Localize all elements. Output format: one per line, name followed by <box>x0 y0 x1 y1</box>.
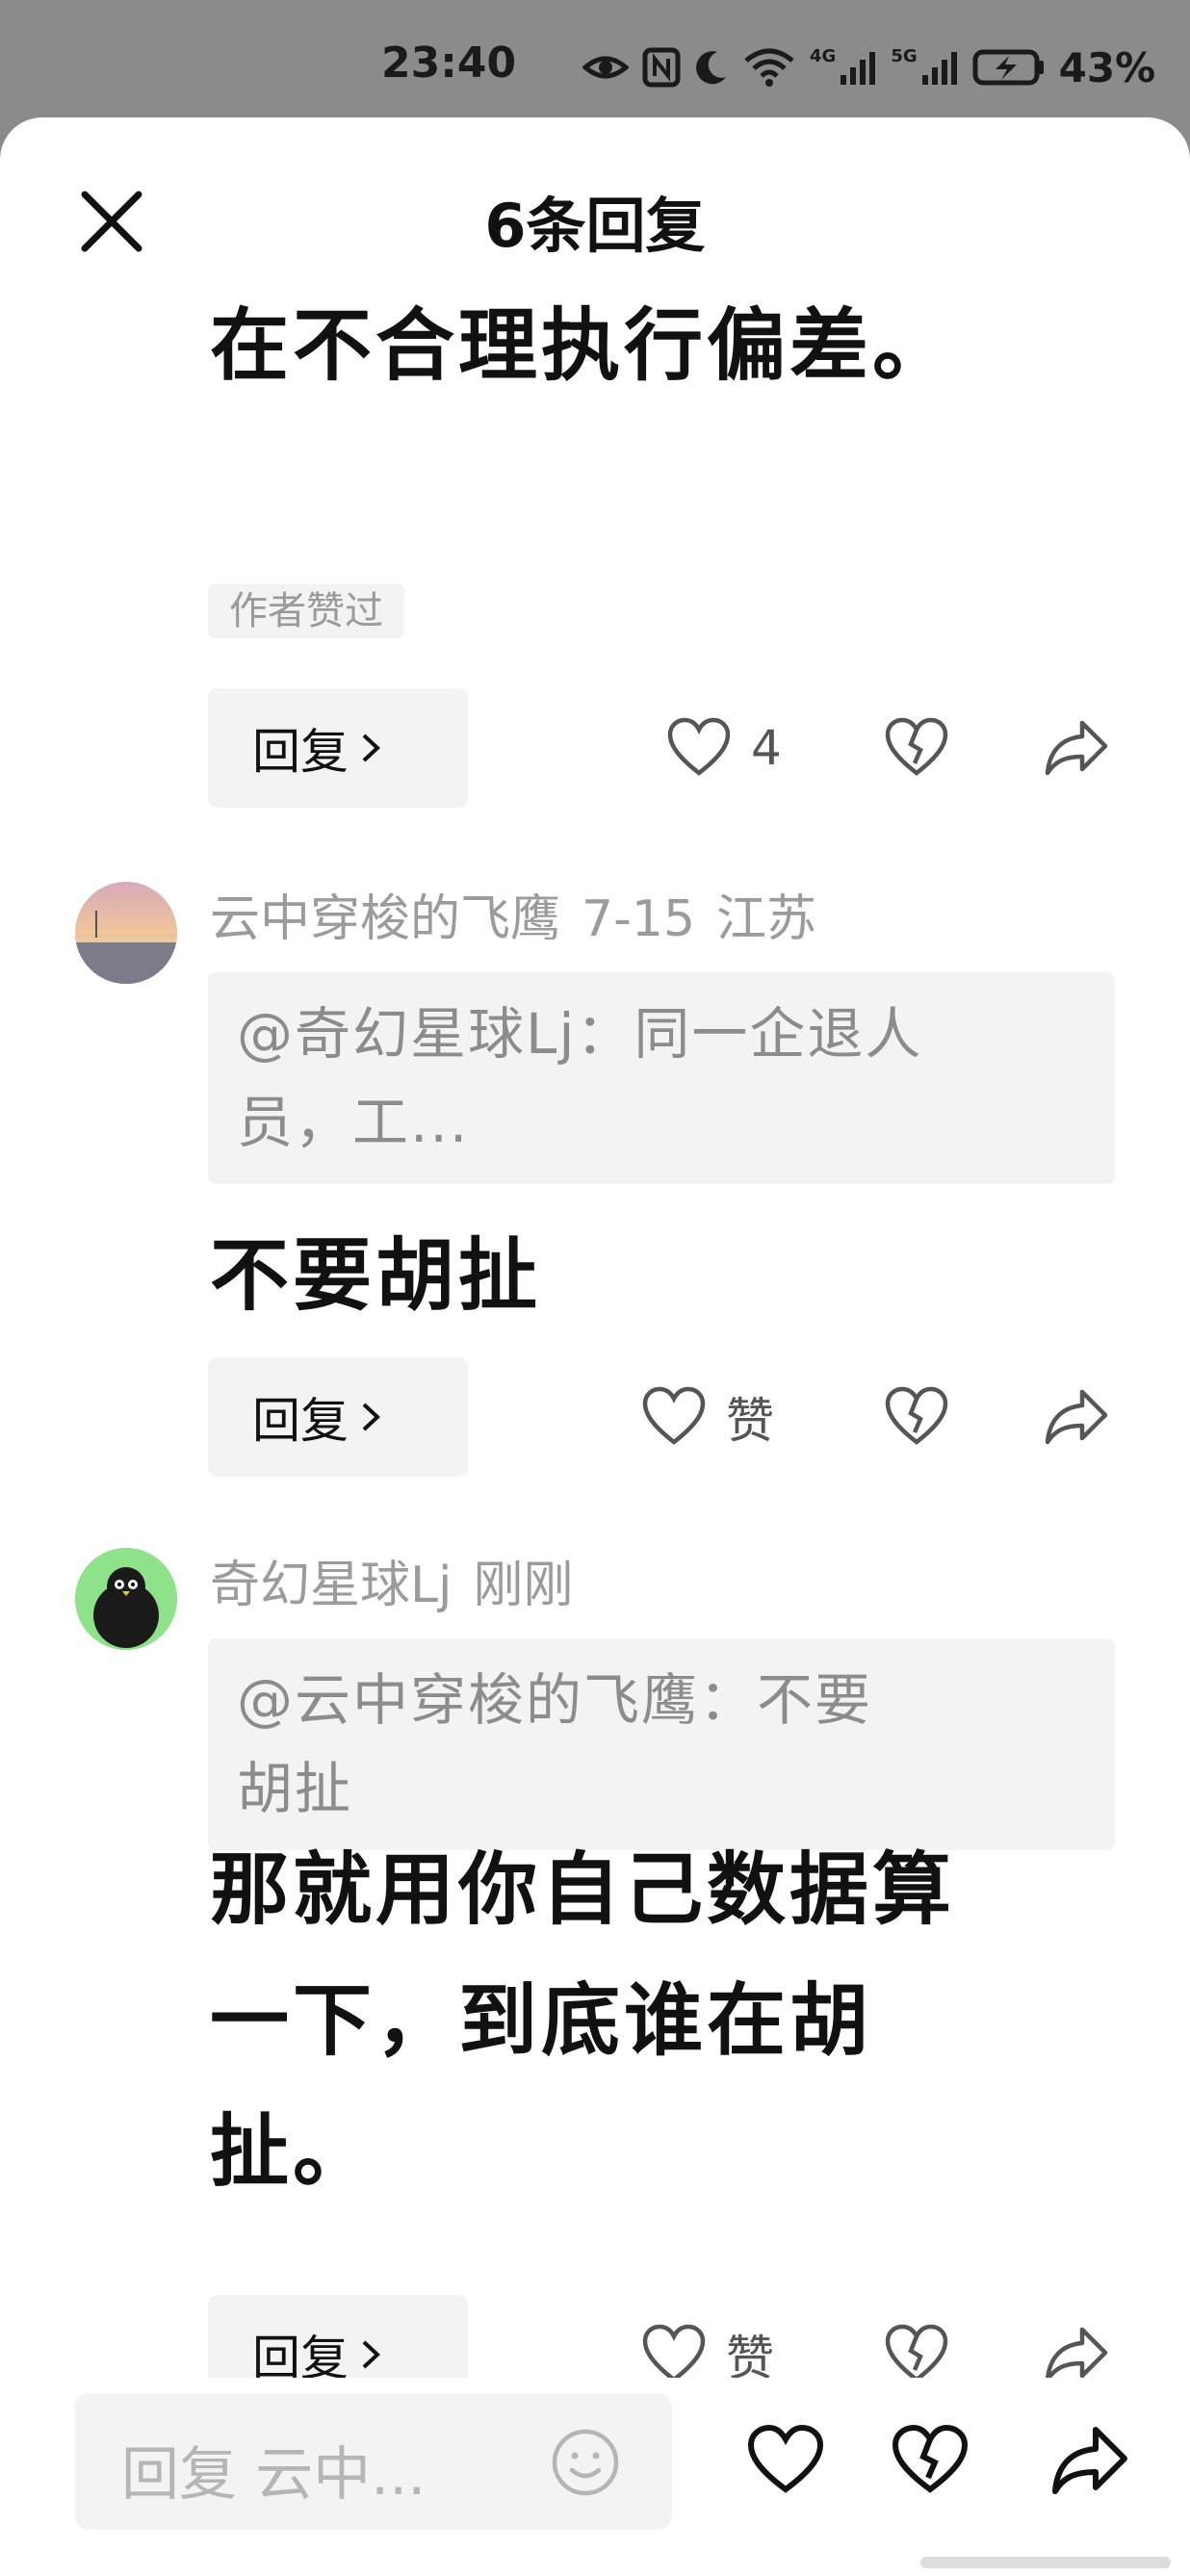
avatar[interactable] <box>75 882 177 984</box>
sheet-title: 6条回复 <box>484 191 706 261</box>
like-button[interactable]: 赞 <box>639 1382 774 1452</box>
quoted-reply[interactable]: @云中穿梭的飞鹰：不要 胡扯 <box>208 1638 1115 1850</box>
share-icon <box>1045 1389 1108 1445</box>
reply-button-label: 回复 <box>252 724 349 780</box>
reply-button[interactable]: 回复 <box>208 1357 468 1477</box>
broken-heart-icon <box>885 717 948 776</box>
comment-date: 7-15 <box>582 890 696 948</box>
quote-line: @奇幻星球Lj：同一企退人 <box>237 1001 923 1067</box>
comment-meta: 奇幻星球Lj 刚刚 <box>210 1544 594 1616</box>
comment-text: 那就用你自己数据算 一下，到底谁在胡 扯。 <box>210 1825 955 2218</box>
comment-date: 刚刚 <box>473 1557 574 1614</box>
avatar-bird-image <box>75 1548 177 1650</box>
status-icons: 4G 5G 43% <box>582 39 1155 96</box>
heart-icon <box>642 2324 706 2380</box>
status-time: 23:40 <box>381 39 517 88</box>
chevron-right-icon <box>362 1403 380 1431</box>
reply-button[interactable]: 回复 <box>208 2295 468 2380</box>
comment-text-line: 在不合理执行偏差。 <box>210 300 956 392</box>
comment-location: 江苏 <box>716 890 817 948</box>
share-button[interactable] <box>1042 1382 1111 1452</box>
comment-text: 在不合理执行偏差。 <box>210 291 955 412</box>
comment-text-line: 不要胡扯 <box>210 1230 542 1322</box>
comment-meta: 云中穿梭的飞鹰 7-15 江苏 <box>210 878 838 950</box>
dislike-button[interactable] <box>882 713 951 783</box>
like-count: 4 <box>751 720 782 776</box>
quoted-reply[interactable]: @奇幻星球Lj：同一企退人 员，工... <box>208 972 1115 1184</box>
reply-button-label: 回复 <box>252 2331 349 2380</box>
share-button[interactable] <box>1042 713 1111 783</box>
quote-line: @云中穿梭的飞鹰：不要 <box>237 1667 873 1733</box>
broken-heart-icon <box>885 2324 948 2380</box>
moon-icon <box>696 51 726 85</box>
avatar-sunset-image <box>75 882 177 984</box>
chevron-right-icon <box>362 2340 380 2369</box>
reply-button[interactable]: 回复 <box>208 688 468 808</box>
like-label: 赞 <box>726 1393 774 1449</box>
signal-5g-icon: 5G <box>891 48 958 87</box>
like-button[interactable]: 赞 <box>639 2320 774 2380</box>
comment-text-line: 那就用你自己数据算 <box>210 1844 956 1936</box>
reply-input[interactable]: 回复 云中... <box>75 2393 672 2530</box>
reply-input-placeholder: 回复 云中... <box>121 2441 427 2509</box>
heart-icon <box>667 717 731 776</box>
bottom-reply-bar: 回复 云中... <box>0 2378 1190 2576</box>
emoji-icon[interactable] <box>547 2424 624 2501</box>
broken-heart-icon <box>885 1386 948 1445</box>
signal-5g-label: 5G <box>891 46 918 66</box>
eye-icon <box>582 56 629 79</box>
chevron-right-icon <box>362 734 380 762</box>
heart-icon[interactable] <box>745 2420 826 2501</box>
username[interactable]: 奇幻星球Lj <box>210 1557 452 1614</box>
dislike-button[interactable] <box>882 1382 951 1452</box>
home-indicator <box>920 2557 1171 2568</box>
comment-text-line: 一下，到底谁在胡 <box>210 1975 873 2067</box>
author-liked-badge: 作者赞过 <box>208 584 404 638</box>
quote-line: 胡扯 <box>237 1756 353 1821</box>
signal-4g-label: 4G <box>810 46 837 66</box>
share-button[interactable] <box>1042 2320 1111 2380</box>
battery-percent: 43% <box>1058 43 1156 91</box>
dislike-button[interactable] <box>882 2320 951 2380</box>
battery-charging-icon <box>972 49 1044 86</box>
nfc-icon <box>642 47 681 88</box>
avatar[interactable] <box>75 1548 177 1650</box>
replies-sheet: 6条回复 在不合理执行偏差。 作者赞过 回复 4 云中穿梭的飞鹰 7-15 江苏… <box>0 117 1190 2576</box>
comment-text: 不要胡扯 <box>210 1211 541 1342</box>
quote-line: 员，工... <box>237 1090 470 1155</box>
share-icon[interactable] <box>1049 2420 1130 2501</box>
heart-icon <box>642 1386 706 1445</box>
comment-text-line: 扯。 <box>210 2106 376 2198</box>
status-bar: 23:40 4G 5G 43% <box>0 0 1190 125</box>
signal-4g-icon: 4G <box>810 48 877 87</box>
comment-list: 在不合理执行偏差。 作者赞过 回复 4 云中穿梭的飞鹰 7-15 江苏 @奇幻星… <box>0 291 1190 2380</box>
share-icon <box>1045 720 1108 776</box>
share-icon <box>1045 2327 1108 2380</box>
wifi-icon <box>744 48 794 87</box>
broken-heart-icon[interactable] <box>890 2420 970 2501</box>
username[interactable]: 云中穿梭的飞鹰 <box>210 890 560 948</box>
like-button[interactable]: 4 <box>664 713 782 783</box>
like-label: 赞 <box>726 2331 774 2380</box>
reply-button-label: 回复 <box>252 1393 349 1449</box>
